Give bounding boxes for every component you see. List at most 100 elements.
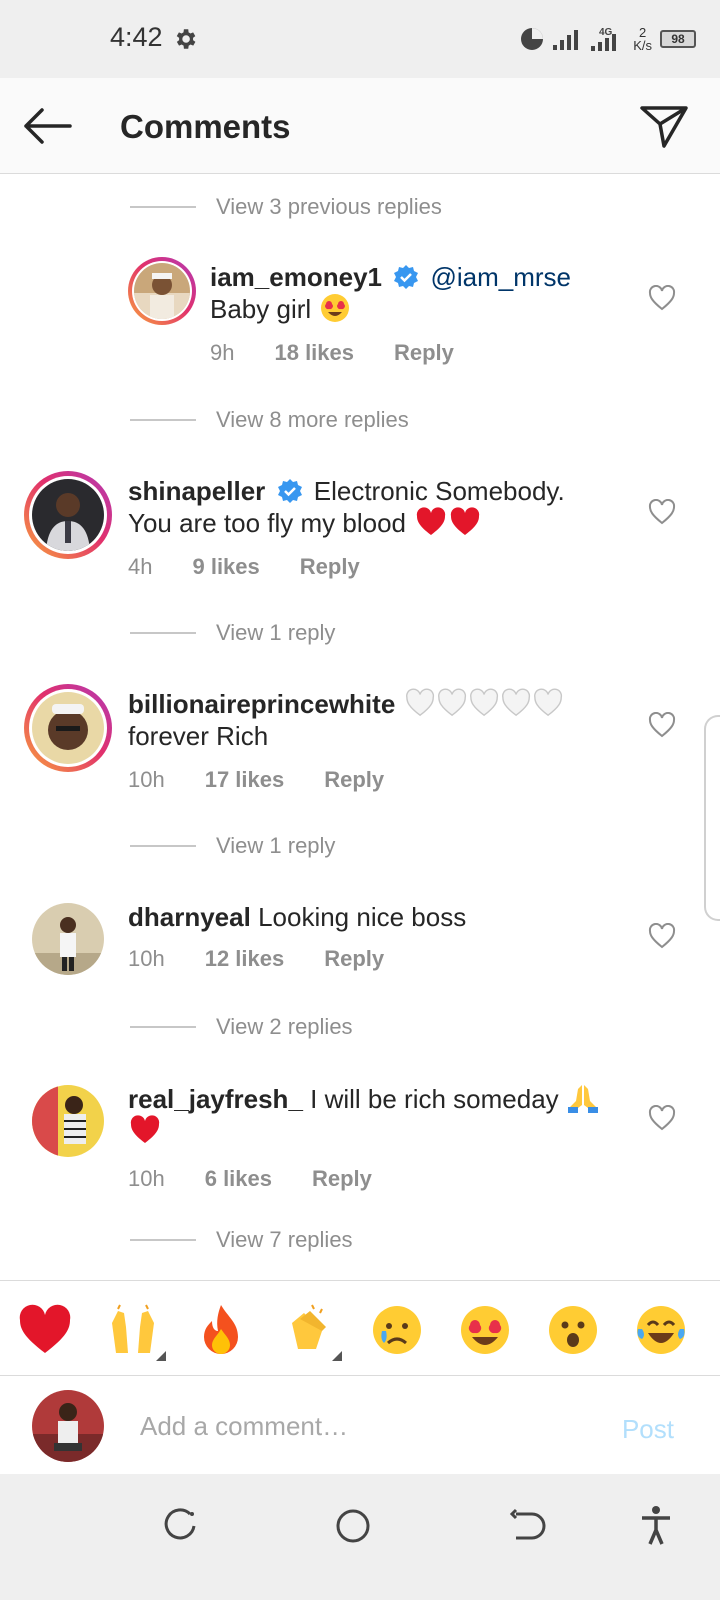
recent-apps-icon[interactable] bbox=[158, 1504, 202, 1548]
divider-line bbox=[130, 1239, 196, 1241]
tears-of-joy-emoji-button[interactable] bbox=[634, 1303, 688, 1357]
clapping-hands-emoji-button[interactable] bbox=[282, 1303, 342, 1361]
comment-message: Baby girl bbox=[210, 294, 312, 324]
avatar-story-ring[interactable] bbox=[24, 471, 112, 559]
comment-timestamp: 10h bbox=[128, 1166, 165, 1191]
view-previous-replies-link[interactable]: View 3 previous replies bbox=[130, 192, 442, 222]
astonished-face-emoji-button[interactable] bbox=[546, 1303, 600, 1357]
clapping-hands-icon bbox=[292, 1304, 326, 1349]
view-replies-link[interactable]: View 7 replies bbox=[130, 1225, 353, 1255]
reply-button[interactable]: Reply bbox=[300, 554, 360, 580]
comment-timestamp: 9h bbox=[210, 340, 235, 365]
like-heart-icon[interactable] bbox=[648, 712, 676, 738]
comment-timestamp: 10h bbox=[128, 767, 165, 792]
comment-timestamp: 10h bbox=[128, 946, 165, 971]
avatar-ring-inner bbox=[132, 261, 192, 321]
view-replies-link[interactable]: View 2 replies bbox=[130, 1012, 353, 1042]
comment-message: I will be rich someday bbox=[310, 1084, 559, 1114]
comment-text: dharnyeal Looking nice boss bbox=[128, 901, 598, 933]
divider-line bbox=[130, 1026, 196, 1028]
app-header: Comments bbox=[0, 78, 720, 174]
comment-username[interactable]: shinapeller bbox=[128, 476, 265, 506]
reply-button[interactable]: Reply bbox=[394, 340, 454, 366]
avatar-ring-inner bbox=[29, 689, 107, 767]
like-heart-icon[interactable] bbox=[648, 1105, 676, 1131]
view-replies-link[interactable]: View 1 reply bbox=[130, 831, 335, 861]
like-heart-icon[interactable] bbox=[648, 285, 676, 311]
comment-meta: 10h 12 likes Reply bbox=[128, 946, 424, 972]
verified-badge-icon bbox=[394, 265, 419, 289]
avatar bbox=[32, 479, 104, 551]
avatar bbox=[32, 692, 104, 764]
battery-icon: 98 bbox=[660, 30, 696, 48]
red-heart-emoji-icon bbox=[130, 1115, 160, 1143]
comment-message: Looking nice boss bbox=[258, 902, 467, 932]
view-replies-text[interactable]: View 8 more replies bbox=[216, 407, 409, 433]
comment-timestamp: 4h bbox=[128, 554, 153, 579]
skin-tone-indicator bbox=[332, 1351, 342, 1361]
comment-username[interactable]: dharnyeal bbox=[128, 902, 251, 932]
white-hearts-emoji-icon bbox=[405, 688, 562, 717]
view-replies-text[interactable]: View 2 replies bbox=[216, 1014, 353, 1040]
post-button[interactable]: Post bbox=[622, 1414, 674, 1445]
home-icon[interactable] bbox=[331, 1504, 375, 1548]
reply-button[interactable]: Reply bbox=[312, 1166, 372, 1192]
comment-text: billionaireprincewhite forever Rich bbox=[128, 688, 598, 752]
view-more-replies-link[interactable]: View 8 more replies bbox=[130, 405, 409, 435]
avatar bbox=[134, 263, 190, 319]
direct-share-icon[interactable] bbox=[638, 102, 690, 150]
reply-button[interactable]: Reply bbox=[324, 946, 384, 972]
accessibility-icon[interactable] bbox=[634, 1504, 678, 1548]
comment-username[interactable]: billionaireprincewhite bbox=[128, 689, 395, 719]
view-replies-text[interactable]: View 7 replies bbox=[216, 1227, 353, 1253]
avatar[interactable] bbox=[32, 1085, 104, 1157]
astonished-face-icon bbox=[549, 1306, 597, 1354]
view-replies-link[interactable]: View 1 reply bbox=[130, 618, 335, 648]
comments-list[interactable]: View 3 previous replies iam_emoney1 @iam… bbox=[0, 175, 720, 1305]
avatar[interactable] bbox=[32, 903, 104, 975]
comment-likes-count[interactable]: 9 likes bbox=[192, 554, 259, 580]
crying-face-emoji-button[interactable] bbox=[370, 1303, 424, 1357]
reply-button[interactable]: Reply bbox=[324, 767, 384, 793]
comment-likes-count[interactable]: 6 likes bbox=[205, 1166, 272, 1192]
avatar-story-ring[interactable] bbox=[128, 257, 196, 325]
comment-meta: 9h 18 likes Reply bbox=[210, 340, 494, 366]
comment-username[interactable]: iam_emoney1 bbox=[210, 262, 382, 292]
page-title: Comments bbox=[120, 108, 291, 145]
red-hearts-emoji-icon bbox=[417, 507, 480, 535]
view-replies-text[interactable]: View 1 reply bbox=[216, 833, 335, 859]
data-saver-icon bbox=[521, 28, 544, 50]
raised-hands-emoji-button[interactable] bbox=[106, 1303, 166, 1361]
comment-likes-count[interactable]: 17 likes bbox=[205, 767, 285, 793]
add-comment-input[interactable] bbox=[140, 1406, 580, 1446]
comment-likes-count[interactable]: 12 likes bbox=[205, 946, 285, 972]
network-speed: 2 K/s bbox=[633, 26, 652, 52]
crying-face-icon bbox=[373, 1306, 421, 1354]
view-replies-text[interactable]: View 1 reply bbox=[216, 620, 335, 646]
raised-hands-icon bbox=[112, 1304, 154, 1353]
comment-likes-count[interactable]: 18 likes bbox=[274, 340, 354, 366]
like-heart-icon[interactable] bbox=[648, 499, 676, 525]
comment-text: real_jayfresh_ I will be rich someday bbox=[128, 1083, 618, 1147]
like-heart-icon[interactable] bbox=[648, 923, 676, 949]
avatar-story-ring[interactable] bbox=[24, 684, 112, 772]
tears-of-joy-icon bbox=[637, 1306, 685, 1354]
skin-tone-indicator bbox=[156, 1351, 166, 1361]
divider-line bbox=[130, 419, 196, 421]
edge-panel-handle[interactable] bbox=[704, 715, 720, 921]
back-arrow-icon[interactable] bbox=[20, 104, 74, 148]
emoji-quick-bar bbox=[0, 1280, 720, 1376]
comment-mention-link[interactable]: @iam_mrse bbox=[430, 262, 571, 292]
heart-emoji-button[interactable] bbox=[18, 1303, 72, 1357]
status-icons: 4G 2 K/s 98 bbox=[519, 24, 696, 54]
fire-emoji-button[interactable] bbox=[194, 1303, 248, 1357]
heart-eyes-emoji-button[interactable] bbox=[458, 1303, 512, 1357]
signal-icon bbox=[553, 30, 579, 50]
view-replies-text[interactable]: View 3 previous replies bbox=[216, 194, 442, 220]
back-nav-icon[interactable] bbox=[504, 1504, 548, 1548]
verified-badge-icon bbox=[277, 479, 302, 503]
avatar-ring-inner bbox=[29, 476, 107, 554]
heart-eyes-icon bbox=[461, 1306, 509, 1354]
comment-username[interactable]: real_jayfresh_ bbox=[128, 1084, 303, 1114]
comment-meta: 10h 6 likes Reply bbox=[128, 1166, 412, 1192]
